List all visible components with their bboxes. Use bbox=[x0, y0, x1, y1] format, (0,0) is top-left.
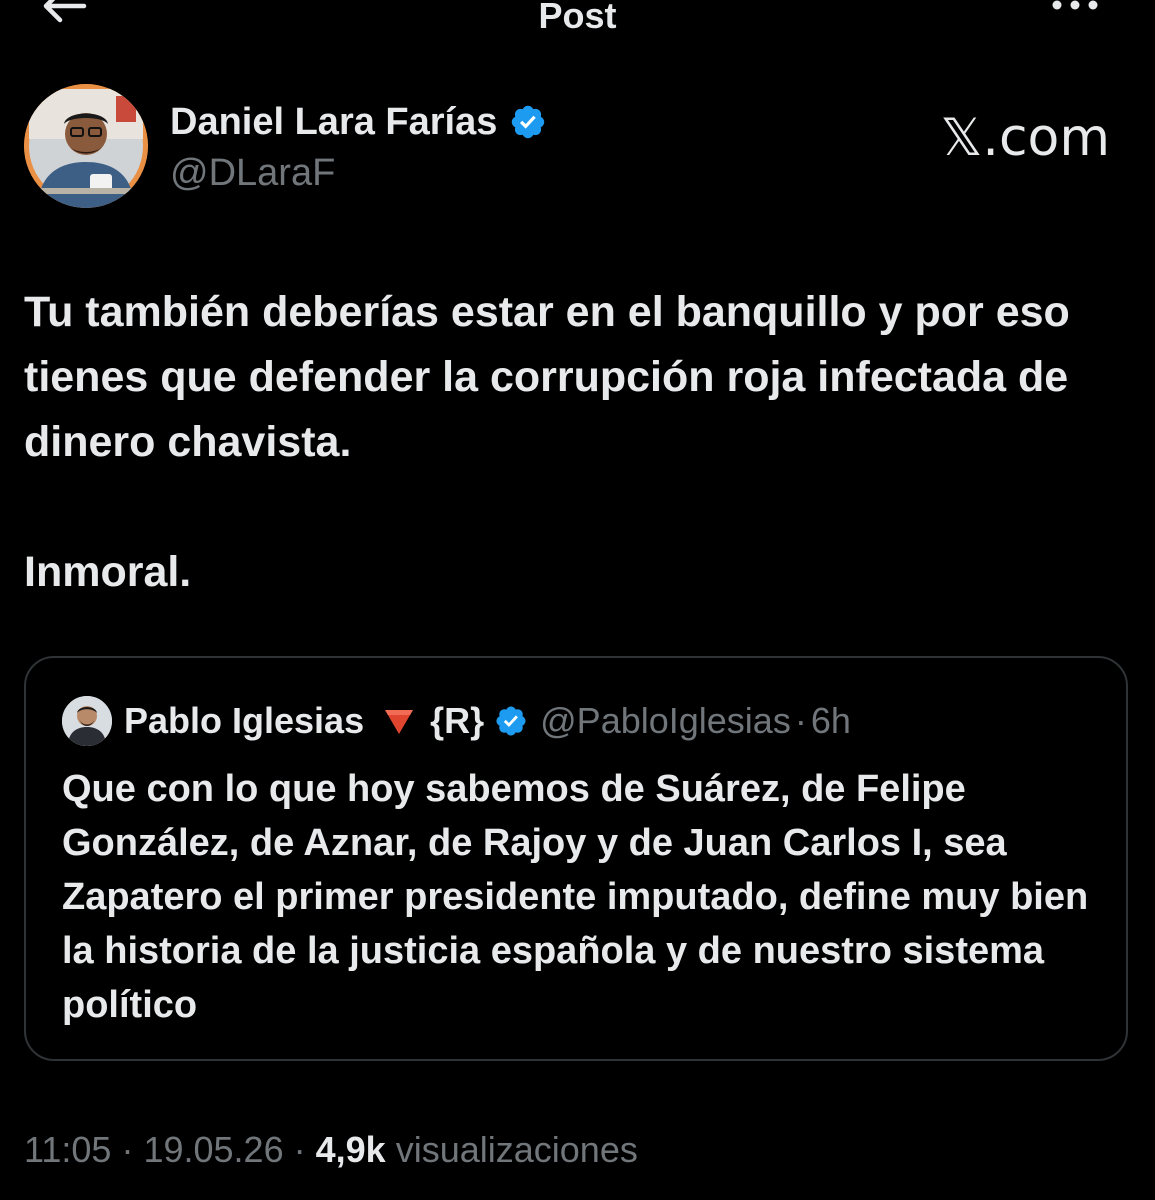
separator-dot: · bbox=[121, 1129, 134, 1170]
post-time: 11:05 bbox=[24, 1129, 112, 1170]
views-label[interactable]: visualizaciones bbox=[396, 1129, 638, 1170]
author-avatar-image bbox=[24, 84, 148, 208]
quote-author-avatar-image bbox=[62, 696, 112, 746]
quote-author-name: Pablo Iglesias bbox=[124, 700, 365, 741]
quote-header: Pablo Iglesias {R} @PabloIglesias · 6h bbox=[124, 698, 851, 744]
quote-author-tag: {R} bbox=[430, 700, 485, 741]
post-body: Tu también deberías estar en el banquill… bbox=[24, 280, 1124, 605]
page-title: Post bbox=[538, 0, 617, 36]
author-name-label: Daniel Lara Farías bbox=[170, 101, 498, 143]
post-date: 19.05.26 bbox=[143, 1129, 284, 1170]
verified-badge-icon bbox=[512, 105, 545, 139]
author-handle[interactable]: @DLaraF bbox=[170, 151, 335, 195]
separator-dot: · bbox=[794, 700, 807, 741]
more-horizontal-icon bbox=[1052, 0, 1098, 10]
quote-author-handle: @PabloIglesias bbox=[540, 700, 791, 741]
author-avatar[interactable] bbox=[24, 84, 148, 208]
post-paragraph: Tu también deberías estar en el banquill… bbox=[24, 288, 1070, 466]
quote-timestamp: 6h bbox=[810, 700, 851, 741]
author-name[interactable]: Daniel Lara Farías bbox=[170, 100, 547, 144]
x-com-watermark: 𝕏.com bbox=[940, 108, 1110, 168]
quoted-post[interactable]: Pablo Iglesias {R} @PabloIglesias · 6h Q… bbox=[24, 656, 1128, 1061]
more-options-button[interactable] bbox=[1050, 0, 1100, 12]
separator-dot: · bbox=[293, 1129, 306, 1170]
top-bar: Post bbox=[0, 0, 1155, 38]
quote-author-avatar bbox=[62, 696, 112, 746]
post-meta: 11:05 · 19.05.26 · 4,9k visualizaciones bbox=[24, 1128, 638, 1172]
verified-badge-icon bbox=[496, 706, 526, 736]
views-count: 4,9k bbox=[315, 1129, 386, 1170]
red-triangle-icon bbox=[385, 710, 414, 734]
quote-body: Que con lo que hoy sabemos de Suárez, de… bbox=[62, 768, 1089, 1026]
post-paragraph: Inmoral. bbox=[24, 548, 192, 596]
